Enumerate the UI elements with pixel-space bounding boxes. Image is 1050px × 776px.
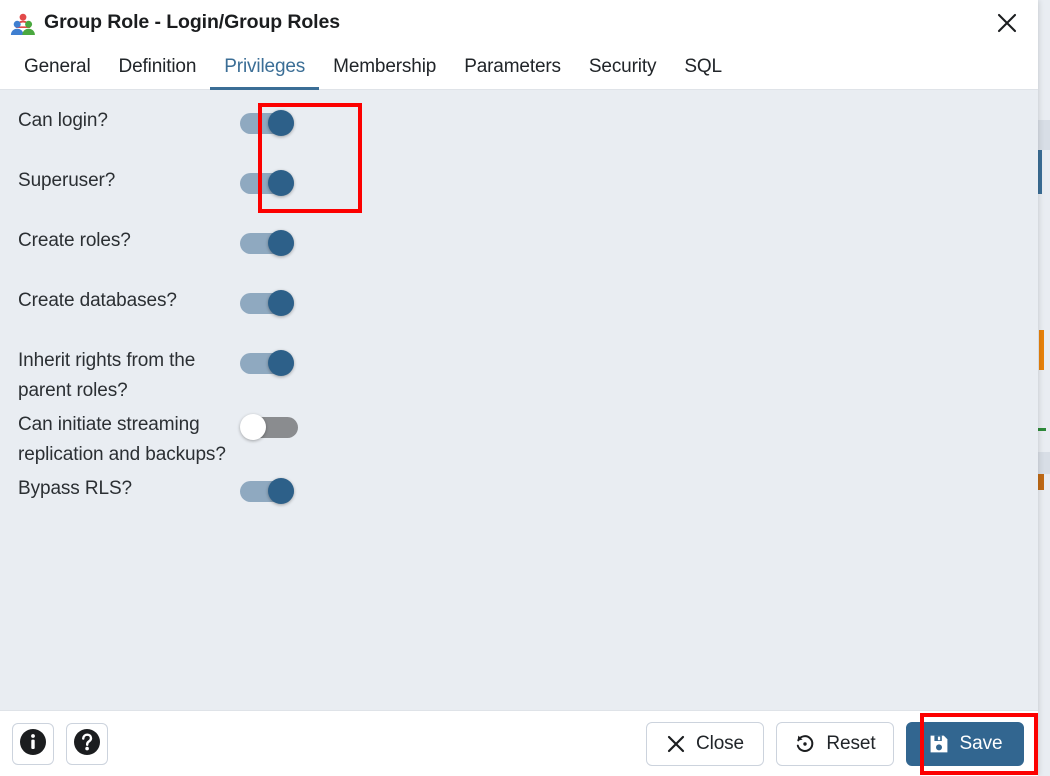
help-icon [73,728,101,759]
privilege-row-inherit-rights: Inherit rights from the parent roles? [0,342,1038,406]
tab-security[interactable]: Security [575,45,670,89]
privilege-control-inherit-rights [240,342,298,376]
group-role-dialog: Group Role - Login/Group Roles General D… [0,0,1038,776]
toggle-create-databases[interactable] [240,290,298,316]
footer-left-actions [12,722,108,765]
close-button-label: Close [695,732,745,754]
info-button[interactable] [12,722,54,765]
save-button[interactable]: Save [906,721,1024,766]
privilege-label-inherit-rights: Inherit rights from the parent roles? [18,350,196,401]
toggle-thumb [268,290,294,316]
toggle-inherit-rights[interactable] [240,350,298,376]
reset-button[interactable]: Reset [776,721,894,766]
tab-membership[interactable]: Membership [319,45,450,89]
toggle-thumb [268,350,294,376]
dialog-footer: Close Reset Save [0,710,1038,776]
toggle-can-login[interactable] [240,110,298,136]
close-icon[interactable] [992,8,1022,38]
tab-general[interactable]: General [10,45,105,89]
privilege-label-bypass-rls: Bypass RLS? [18,478,133,499]
toggle-thumb [268,110,294,136]
dialog-tabbar: General Definition Privileges Membership… [0,45,1038,90]
privilege-control-can-login [240,102,298,136]
privilege-control-superuser [240,162,298,196]
privilege-label-create-roles: Create roles? [18,230,131,251]
toggle-thumb [240,414,266,440]
toggle-bypass-rls[interactable] [240,478,298,504]
footer-right-actions: Close Reset Save [646,721,1024,766]
save-floppy-icon [928,733,950,755]
privilege-label-create-databases: Create databases? [18,290,177,311]
tab-definition[interactable]: Definition [105,45,211,89]
dialog-title: Group Role - Login/Group Roles [44,11,340,33]
bg-artifact [1038,428,1046,431]
privilege-row-bypass-rls: Bypass RLS? [0,470,1038,530]
dialog-titlebar: Group Role - Login/Group Roles [0,0,1038,45]
privileges-panel: Can login? Superuser? Create roles? Crea… [0,90,1038,710]
privileges-rows: Can login? Superuser? Create roles? Crea… [0,102,1038,530]
privilege-control-can-initiate-replication [240,406,298,440]
close-button[interactable]: Close [646,721,764,766]
privilege-row-create-databases: Create databases? [0,282,1038,342]
privilege-row-can-login: Can login? [0,102,1038,162]
info-icon [19,728,47,759]
save-button-label: Save [959,732,1003,754]
privilege-row-create-roles: Create roles? [0,222,1038,282]
tab-sql[interactable]: SQL [670,45,736,89]
reset-circular-arrow-icon [794,733,816,755]
x-icon [666,734,686,754]
privilege-control-create-databases [240,282,298,316]
toggle-thumb [268,170,294,196]
privilege-label-can-login: Can login? [18,110,108,131]
privilege-control-bypass-rls [240,470,298,504]
bg-artifact [1038,150,1042,194]
bg-artifact [1039,330,1044,370]
privilege-label-can-initiate-replication: Can initiate streaming replication and b… [18,414,226,465]
toggle-thumb [268,478,294,504]
toggle-superuser[interactable] [240,170,298,196]
privilege-control-create-roles [240,222,298,256]
help-button[interactable] [66,722,108,765]
toggle-thumb [268,230,294,256]
tab-parameters[interactable]: Parameters [450,45,575,89]
toggle-can-initiate-replication[interactable] [240,414,298,440]
group-role-icon [10,12,36,36]
toggle-create-roles[interactable] [240,230,298,256]
reset-button-label: Reset [826,732,876,754]
tab-privileges[interactable]: Privileges [210,45,320,90]
privilege-row-superuser: Superuser? [0,162,1038,222]
privilege-row-can-initiate-replication: Can initiate streaming replication and b… [0,406,1038,470]
privilege-label-superuser: Superuser? [18,170,116,191]
bg-artifact [1038,474,1044,490]
